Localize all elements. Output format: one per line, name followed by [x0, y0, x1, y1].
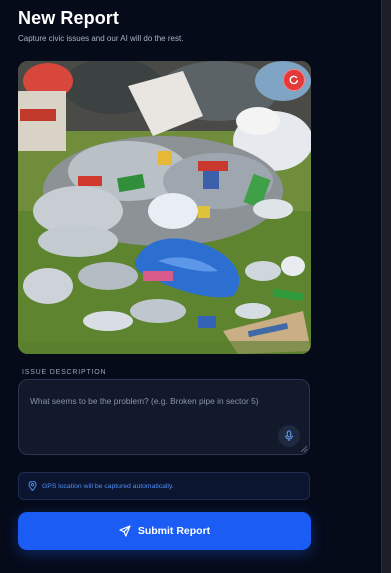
issue-description-label: ISSUE DESCRIPTION — [22, 369, 107, 376]
microphone-icon — [285, 430, 293, 441]
gps-notice: GPS location will be captured automatica… — [18, 472, 310, 500]
send-icon — [119, 525, 131, 537]
close-circle-icon — [289, 75, 298, 85]
captured-photo — [18, 61, 311, 354]
litter-photo-image — [18, 61, 311, 354]
submit-report-button[interactable]: Submit Report — [18, 512, 311, 550]
remove-photo-button[interactable] — [283, 69, 305, 91]
new-report-screen: New Report Capture civic issues and our … — [0, 0, 382, 573]
issue-description-field[interactable]: What seems to be the problem? (e.g. Brok… — [18, 379, 310, 455]
resize-grip-icon[interactable] — [301, 446, 307, 452]
issue-description-placeholder: What seems to be the problem? (e.g. Brok… — [30, 396, 259, 406]
voice-input-button[interactable] — [278, 425, 300, 447]
page-subtitle: Capture civic issues and our AI will do … — [18, 34, 184, 43]
page-title: New Report — [18, 8, 120, 28]
scrollbar-track[interactable] — [381, 0, 391, 573]
gps-notice-text: GPS location will be captured automatica… — [42, 482, 174, 490]
submit-report-label: Submit Report — [137, 525, 211, 537]
location-pin-icon — [28, 481, 37, 491]
